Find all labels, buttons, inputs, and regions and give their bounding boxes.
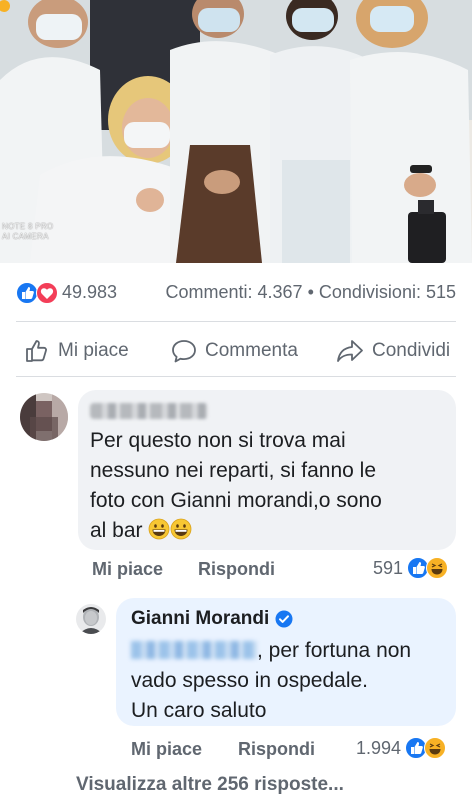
reply-text: , per fortuna non vado spesso in ospedal… (131, 636, 411, 726)
comment-line: al bar (90, 519, 143, 542)
comments-count-link[interactable]: Commenti: 4.367 (165, 282, 302, 302)
like-icon (16, 282, 38, 304)
photo-illustration (0, 0, 472, 263)
reply-reaction-icons (405, 737, 447, 759)
watermark-line-2: AI CAMERA (2, 232, 49, 241)
reply-line: Un caro saluto (131, 699, 267, 722)
comment-line: foto con Gianni morandi,o sono (90, 489, 382, 512)
comment-like-link[interactable]: Mi piace (92, 559, 163, 580)
comment-reaction-icons (407, 557, 449, 579)
reply-line: vado spesso in ospedale. (131, 669, 368, 692)
like-button-label: Mi piace (58, 340, 129, 361)
post-photo[interactable]: NOTE 8 PRO AI CAMERA (0, 0, 472, 263)
reply-reactions[interactable]: 1.994 (356, 737, 447, 759)
commenter-name-blurred[interactable] (90, 403, 208, 419)
like-icon (407, 557, 430, 579)
comment-reactions[interactable]: 591 (373, 557, 449, 579)
shares-count-link[interactable]: Condivisioni: 515 (319, 282, 456, 302)
actions-divider (16, 376, 456, 377)
comment-line-with-emoji: al bar (90, 516, 382, 546)
haha-icon (426, 557, 449, 579)
reactions-divider (16, 321, 456, 322)
reply-reaction-count: 1.994 (356, 737, 402, 758)
view-more-replies-link[interactable]: Visualizza altre 256 risposte... (76, 774, 344, 796)
share-arrow-icon (337, 340, 363, 362)
reply-author-avatar[interactable] (76, 604, 106, 634)
comment-line: nessuno nei reparti, si fanno le (90, 459, 377, 482)
summary-separator: • (307, 282, 314, 302)
comments-shares-summary: Commenti: 4.367 • Condivisioni: 515 (165, 282, 456, 303)
comment-button[interactable]: Commenta (171, 336, 298, 366)
like-icon (405, 737, 428, 759)
reply-author[interactable]: Gianni Morandi (131, 608, 293, 630)
reply-line: , per fortuna non (131, 636, 411, 666)
comment-line: Per questo non si trova mai (90, 429, 346, 452)
share-button[interactable]: Condividi (336, 336, 450, 366)
commenter-avatar[interactable] (20, 393, 68, 441)
reply-like-link[interactable]: Mi piace (131, 739, 202, 760)
verified-badge-icon (275, 610, 293, 628)
reply-reply-link[interactable]: Rispondi (238, 739, 315, 760)
reaction-count[interactable]: 49.983 (62, 282, 117, 303)
love-icon (36, 282, 58, 304)
post-reaction-icons[interactable] (16, 282, 60, 304)
grinning-face-icon (170, 518, 192, 540)
comment-text: Per questo non si trova mai nessuno nei … (90, 426, 382, 546)
comment-reply-link[interactable]: Rispondi (198, 559, 275, 580)
reply-line-text: , per fortuna non (257, 639, 412, 662)
comment-reaction-count: 591 (373, 557, 404, 578)
watermark-line-1: NOTE 8 PRO (2, 222, 54, 231)
share-button-label: Condividi (372, 340, 451, 361)
grinning-face-icon (148, 518, 170, 540)
like-button[interactable]: Mi piace (24, 336, 129, 366)
reply-author-name: Gianni Morandi (131, 608, 270, 629)
thumbs-up-icon (26, 340, 47, 362)
camera-watermark: NOTE 8 PRO AI CAMERA (2, 222, 53, 242)
haha-icon (424, 737, 447, 759)
comment-button-label: Commenta (205, 340, 298, 361)
speech-bubble-icon (172, 340, 196, 363)
